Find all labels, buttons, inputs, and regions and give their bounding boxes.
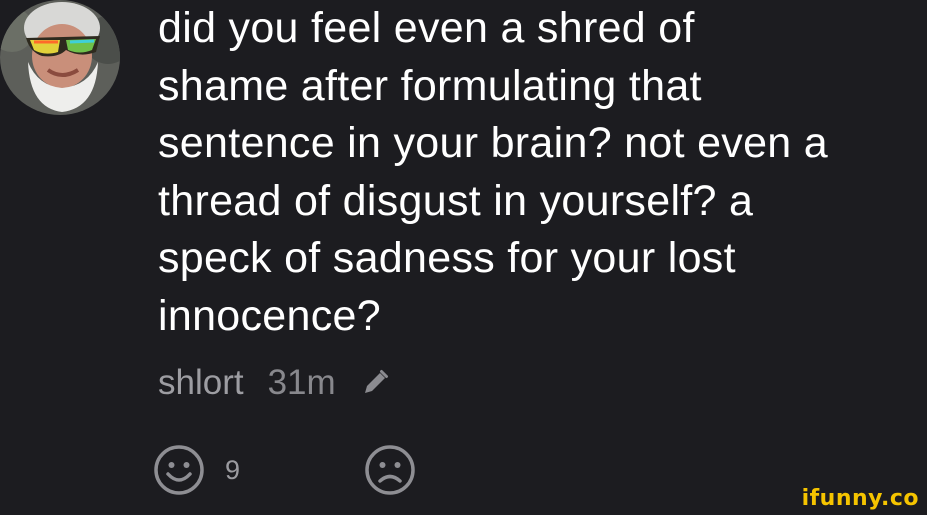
watermark: ifunny.co: [801, 486, 919, 511]
smile-count: 9: [225, 454, 241, 485]
comment-screen: did you feel even a shred of shame after…: [0, 0, 927, 515]
pencil-icon[interactable]: [358, 366, 392, 400]
reactions-bar: 9: [153, 443, 416, 497]
frown-reaction-button[interactable]: [364, 444, 416, 496]
smile-reaction-button[interactable]: 9: [153, 444, 240, 496]
comment-timestamp: 31m: [267, 363, 336, 402]
smile-face-icon: [154, 445, 204, 495]
comment-text: did you feel even a shred of shame after…: [158, 4, 828, 340]
comment-meta: shlort 31m: [158, 360, 392, 406]
avatar-image: [0, 0, 120, 115]
author-name[interactable]: shlort: [158, 363, 244, 403]
avatar[interactable]: [0, 0, 120, 115]
frown-face-icon: [365, 445, 415, 495]
